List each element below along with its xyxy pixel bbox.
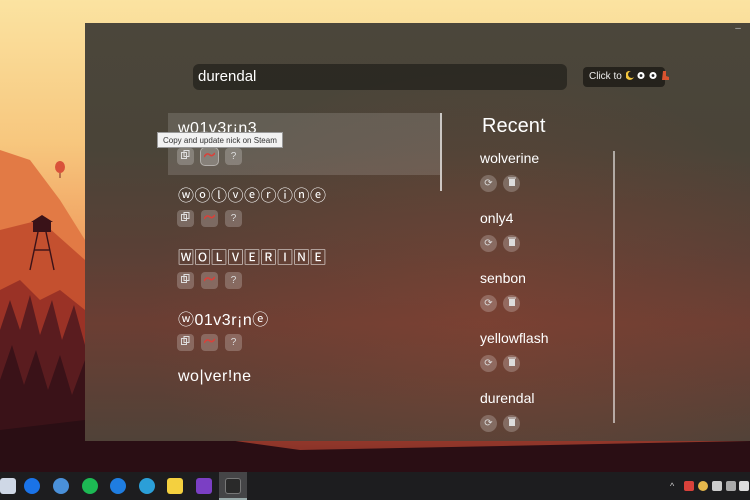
update-steam-button[interactable] — [201, 334, 218, 351]
moon-icon — [625, 71, 634, 80]
delete-button[interactable] — [503, 355, 520, 372]
chrome-icon[interactable] — [53, 478, 69, 494]
restore-icon: ⟳ — [484, 298, 493, 309]
recent-item-name: only4 — [480, 210, 514, 226]
network-icon[interactable] — [726, 481, 736, 491]
battery-icon[interactable] — [712, 481, 722, 491]
cloud-icon[interactable] — [698, 481, 708, 491]
help-button[interactable]: ? — [225, 272, 242, 289]
trash-icon — [507, 357, 516, 366]
update-steam-button[interactable] — [201, 272, 218, 289]
copy-icon — [181, 274, 190, 283]
result-item[interactable]: ⓦⓞⓛⓥⓔⓡⓘⓝⓔ ? — [168, 175, 440, 237]
recent-item[interactable]: senbon ⟳ — [480, 268, 620, 328]
restore-icon: ⟳ — [484, 238, 493, 249]
recent-item[interactable]: durendal ⟳ — [480, 388, 620, 441]
copy-button[interactable] — [177, 148, 194, 165]
restore-button[interactable]: ⟳ — [480, 175, 497, 192]
result-item[interactable]: 🅆🄾🄻🅅🄴🅁🄸🄽🄴 ? — [168, 237, 440, 299]
result-item[interactable]: ⓦ01v3r¡nⓔ ? — [168, 299, 440, 361]
recent-title: Recent — [482, 115, 546, 137]
trash-icon — [507, 237, 516, 246]
restore-button[interactable]: ⟳ — [480, 355, 497, 372]
recent-item[interactable]: yellowflash ⟳ — [480, 328, 620, 388]
results-scrollbar[interactable] — [440, 113, 442, 191]
recent-item[interactable]: only4 ⟳ — [480, 208, 620, 268]
copy-icon — [181, 336, 190, 345]
nickname-generator-window: – durendal Click to w01v3r¡n3 ? ⓦⓞⓛⓥⓔⓡⓘⓝ… — [85, 23, 750, 441]
result-nick: ⓦⓞⓛⓥⓔⓡⓘⓝⓔ — [178, 188, 327, 205]
help-icon: ? — [230, 151, 237, 162]
help-icon: ? — [230, 275, 237, 286]
click-to-label: Click to — [589, 71, 622, 82]
help-button[interactable]: ? — [225, 334, 242, 351]
tooltip: Copy and update nick on Steam — [157, 132, 283, 148]
restore-button[interactable]: ⟳ — [480, 415, 497, 432]
help-icon: ? — [230, 213, 237, 224]
delete-button[interactable] — [503, 415, 520, 432]
restore-icon: ⟳ — [484, 178, 493, 189]
firefox-icon[interactable] — [24, 478, 40, 494]
help-icon: ? — [230, 337, 237, 348]
steam-icon — [203, 214, 216, 220]
edge-beta-icon[interactable] — [139, 478, 155, 494]
result-nick: ⓦ01v3r¡nⓔ — [178, 312, 269, 329]
search-input[interactable]: durendal — [193, 64, 567, 90]
mail-icon[interactable] — [0, 478, 16, 494]
update-steam-button[interactable] — [201, 210, 218, 227]
result-nick: 🅆🄾🄻🅅🄴🅁🄸🄽🄴 — [178, 250, 327, 267]
boot-icon — [661, 71, 669, 80]
chevron-up-icon[interactable]: ^ — [670, 481, 680, 491]
recent-item-name: durendal — [480, 390, 535, 406]
copy-button[interactable] — [177, 210, 194, 227]
minimize-button[interactable]: – — [732, 24, 744, 35]
recent-item[interactable]: wolverine ⟳ — [480, 148, 620, 208]
copy-icon — [181, 212, 190, 221]
delete-button[interactable] — [503, 295, 520, 312]
volume-icon[interactable] — [739, 481, 749, 491]
trash-icon — [507, 297, 516, 306]
recent-item-name: wolverine — [480, 150, 540, 166]
delete-button[interactable] — [503, 175, 520, 192]
trash-icon — [507, 177, 516, 186]
delete-button[interactable] — [503, 235, 520, 252]
steam-icon — [203, 276, 216, 282]
result-item[interactable]: wo|ver!ne — [168, 361, 440, 423]
restore-button[interactable]: ⟳ — [480, 235, 497, 252]
restore-button[interactable]: ⟳ — [480, 295, 497, 312]
sticky-notes-icon[interactable] — [167, 478, 183, 494]
steam-tray-icon[interactable] — [684, 481, 694, 491]
result-nick: wo|ver!ne — [178, 368, 252, 385]
results-list: w01v3r¡n3 ? ⓦⓞⓛⓥⓔⓡⓘⓝⓔ ? 🅆🄾🄻🅅🄴🅁🄸🄽🄴 ? ⓦ01v… — [168, 113, 443, 441]
recent-item-name: yellowflash — [480, 330, 549, 346]
taskbar: ^ — [0, 472, 750, 500]
update-steam-button[interactable] — [200, 147, 219, 166]
soccer-ball-icon — [649, 71, 657, 80]
restore-icon: ⟳ — [484, 358, 493, 369]
click-to-button[interactable]: Click to — [583, 67, 669, 87]
terminal-icon[interactable] — [225, 478, 241, 494]
soccer-ball-icon — [637, 71, 645, 80]
visual-studio-icon[interactable] — [196, 478, 212, 494]
copy-button[interactable] — [177, 334, 194, 351]
recent-item-name: senbon — [480, 270, 526, 286]
trash-icon — [507, 417, 516, 426]
restore-icon: ⟳ — [484, 418, 493, 429]
help-button[interactable]: ? — [225, 148, 242, 165]
copy-button[interactable] — [177, 272, 194, 289]
help-button[interactable]: ? — [225, 210, 242, 227]
spotify-icon[interactable] — [82, 478, 98, 494]
steam-icon — [203, 338, 216, 344]
copy-icon — [181, 150, 190, 159]
edge-icon[interactable] — [110, 478, 126, 494]
steam-icon — [203, 152, 216, 158]
